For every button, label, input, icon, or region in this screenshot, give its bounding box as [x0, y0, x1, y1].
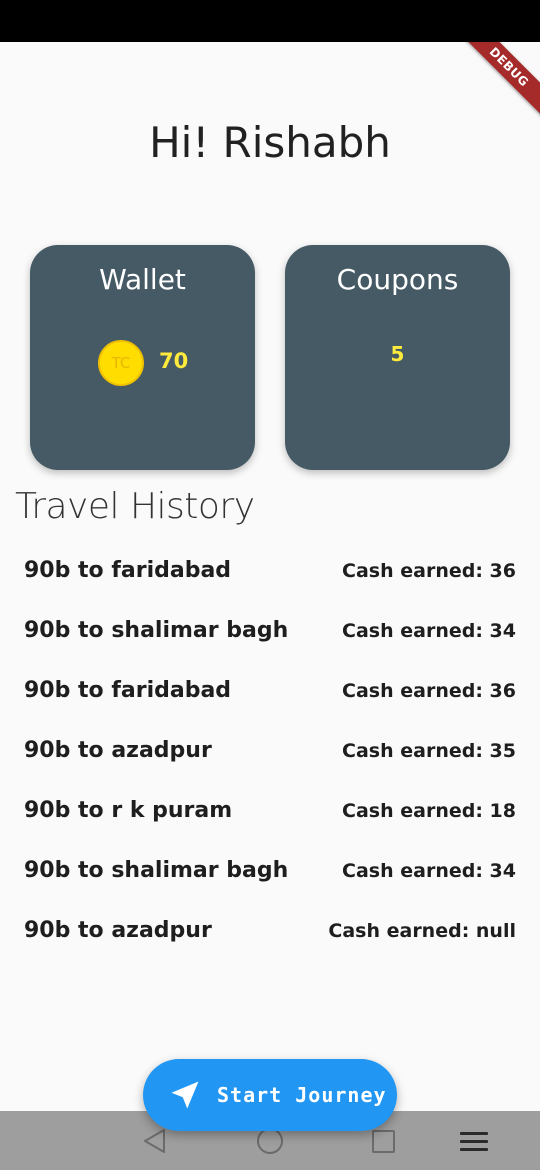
route-label: 90b to faridabad [24, 678, 232, 703]
cash-earned-label: Cash earned: 34 [342, 620, 516, 642]
greeting-title: Hi! Rishabh [149, 118, 391, 167]
list-item[interactable]: 90b to faridabad Cash earned: 36 [0, 660, 540, 720]
wallet-balance: 70 [159, 349, 189, 373]
list-item[interactable]: 90b to azadpur Cash earned: 35 [0, 720, 540, 780]
route-label: 90b to shalimar bagh [24, 618, 289, 643]
route-label: 90b to shalimar bagh [24, 858, 289, 883]
start-journey-label: Start Journey [217, 1083, 387, 1107]
list-item[interactable]: 90b to azadpur Cash earned: null [0, 900, 540, 960]
route-label: 90b to faridabad [24, 558, 232, 583]
coupons-count: 5 [390, 342, 405, 366]
route-label: 90b to azadpur [24, 738, 212, 763]
list-item[interactable]: 90b to faridabad Cash earned: 36 [0, 540, 540, 600]
cash-earned-label: Cash earned: 18 [342, 800, 516, 822]
coupons-card[interactable]: Coupons 5 [285, 245, 510, 470]
menu-icon[interactable] [460, 1132, 488, 1156]
list-item[interactable]: 90b to r k puram Cash earned: 18 [0, 780, 540, 840]
navigation-arrow-icon [165, 1075, 205, 1115]
route-label: 90b to r k puram [24, 798, 233, 823]
status-bar [0, 0, 540, 42]
cash-earned-label: Cash earned: 34 [342, 860, 516, 882]
coin-icon: TC [98, 340, 144, 386]
route-label: 90b to azadpur [24, 918, 212, 943]
list-item[interactable]: 90b to shalimar bagh Cash earned: 34 [0, 600, 540, 660]
home-icon[interactable] [257, 1128, 283, 1154]
cash-earned-label: Cash earned: 36 [342, 680, 516, 702]
cash-earned-label: Cash earned: null [328, 920, 516, 942]
back-icon[interactable] [142, 1128, 168, 1154]
wallet-card[interactable]: Wallet TC 70 [30, 245, 255, 470]
coupons-title: Coupons [336, 263, 459, 296]
debug-label: DEBUG [455, 42, 540, 121]
travel-history-list: 90b to faridabad Cash earned: 36 90b to … [0, 540, 540, 960]
recents-icon[interactable] [372, 1130, 395, 1153]
cash-earned-label: Cash earned: 35 [342, 740, 516, 762]
wallet-title: Wallet [99, 263, 186, 296]
cash-earned-label: Cash earned: 36 [342, 560, 516, 582]
list-item[interactable]: 90b to shalimar bagh Cash earned: 34 [0, 840, 540, 900]
start-journey-button[interactable]: Start Journey [143, 1059, 397, 1131]
travel-history-title: Travel History [15, 486, 255, 527]
